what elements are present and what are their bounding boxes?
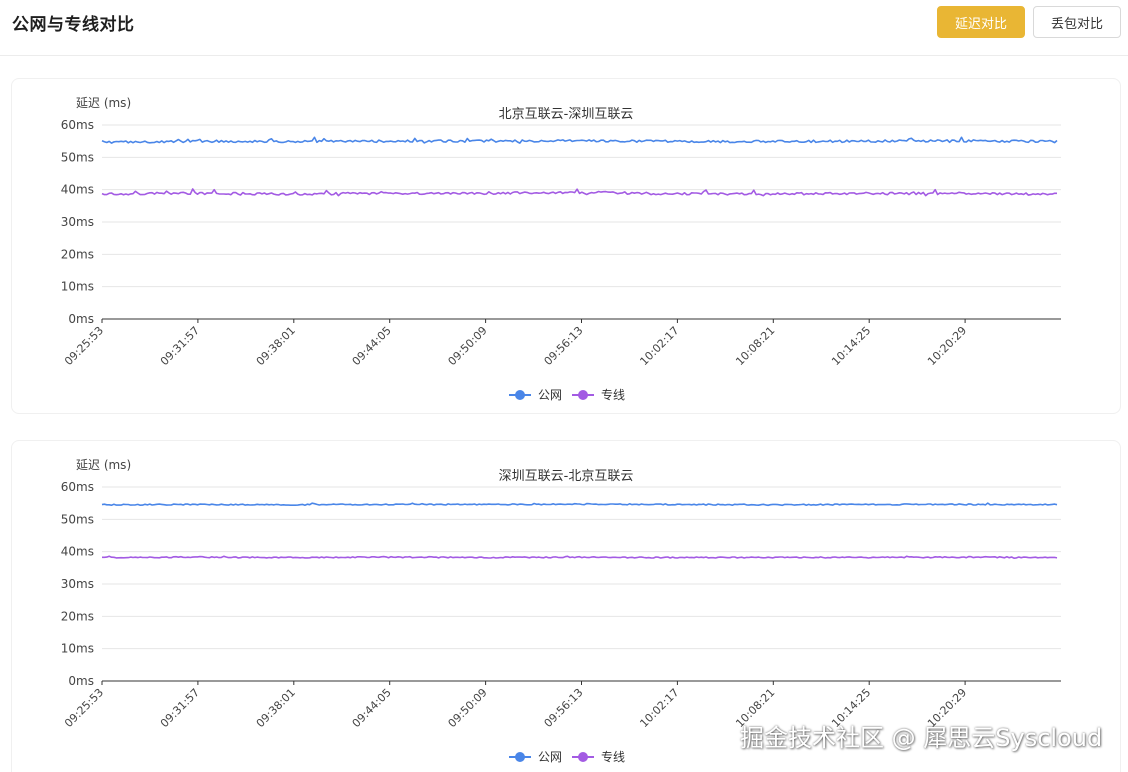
series-line-public: [101, 502, 1058, 507]
x-tick-label: 10:02:17: [637, 324, 681, 368]
x-tick-label: 10:02:17: [637, 686, 681, 730]
x-tick-label: 09:44:05: [350, 324, 394, 368]
legend-label: 专线: [601, 749, 625, 764]
legend-marker: [578, 390, 588, 400]
x-tick-label: 09:31:57: [158, 324, 202, 368]
legend-label: 公网: [538, 388, 562, 402]
x-tick-label: 09:38:01: [254, 324, 298, 368]
x-tick-label: 10:20:29: [925, 324, 969, 368]
y-tick-label: 50ms: [61, 512, 94, 526]
y-tick-label: 30ms: [61, 215, 94, 229]
y-tick-label: 20ms: [61, 609, 94, 623]
x-tick-label: 09:25:53: [62, 324, 106, 368]
x-tick-label: 09:31:57: [158, 686, 202, 730]
y-tick-label: 50ms: [61, 150, 94, 164]
y-tick-label: 40ms: [61, 183, 94, 197]
legend-marker: [578, 752, 588, 762]
y-tick-label: 60ms: [61, 118, 94, 132]
y-tick-label: 40ms: [61, 545, 94, 559]
y-tick-label: 0ms: [68, 674, 94, 688]
chart-title: 深圳互联云-北京互联云: [499, 469, 634, 484]
series-line-dedicated: [102, 555, 1058, 559]
page-title: 公网与专线对比: [12, 15, 135, 35]
watermark: 掘金技术社区 @ 犀思云Syscloud: [740, 724, 1103, 752]
x-tick-label: 09:56:13: [541, 324, 585, 368]
x-tick-label: 10:08:21: [733, 324, 777, 368]
y-axis-label: 延迟 (ms): [76, 458, 131, 472]
x-tick-label: 09:38:01: [254, 686, 298, 730]
x-tick-label: 09:44:05: [350, 686, 394, 730]
legend-marker: [515, 390, 525, 400]
y-tick-label: 10ms: [61, 642, 94, 656]
series-line-public: [101, 136, 1058, 144]
x-tick-label: 09:50:09: [446, 324, 490, 368]
x-tick-label: 09:56:13: [541, 686, 585, 730]
latency-chart-beijing-shenzhen: 延迟 (ms) 北京互联云-深圳互联云 0ms 10ms 20ms 30ms 40ms 50m…: [61, 96, 1061, 402]
y-tick-label: 20ms: [61, 247, 94, 261]
y-tick-label: 0ms: [68, 312, 94, 326]
chart-panel-beijing-shenzhen: 延迟 (ms) 北京互联云-深圳互联云 0ms 10ms 20ms 30ms 40ms 50m…: [11, 78, 1121, 414]
x-tick-label: 09:50:09: [446, 686, 490, 730]
legend-item-dedicated[interactable]: 专线: [572, 749, 625, 764]
y-tick-label: 30ms: [61, 577, 94, 591]
legend-item-public[interactable]: 公网: [509, 388, 562, 402]
y-axis-label: 延迟 (ms): [76, 96, 131, 110]
packet-loss-compare-button[interactable]: 丢包对比: [1033, 6, 1121, 38]
chart-title: 北京互联云-深圳互联云: [499, 107, 634, 122]
x-tick-label: 09:25:53: [62, 686, 106, 730]
legend-label: 专线: [601, 387, 625, 402]
x-tick-label: 10:14:25: [829, 324, 873, 368]
y-tick-label: 60ms: [61, 480, 94, 494]
legend-marker: [515, 752, 525, 762]
latency-compare-button[interactable]: 延迟对比: [937, 6, 1025, 38]
legend-item-dedicated[interactable]: 专线: [572, 387, 625, 402]
legend-label: 公网: [538, 750, 562, 764]
y-tick-label: 10ms: [61, 280, 94, 294]
page-header: 公网与专线对比 延迟对比 丢包对比: [0, 0, 1128, 56]
legend-item-public[interactable]: 公网: [509, 750, 562, 764]
